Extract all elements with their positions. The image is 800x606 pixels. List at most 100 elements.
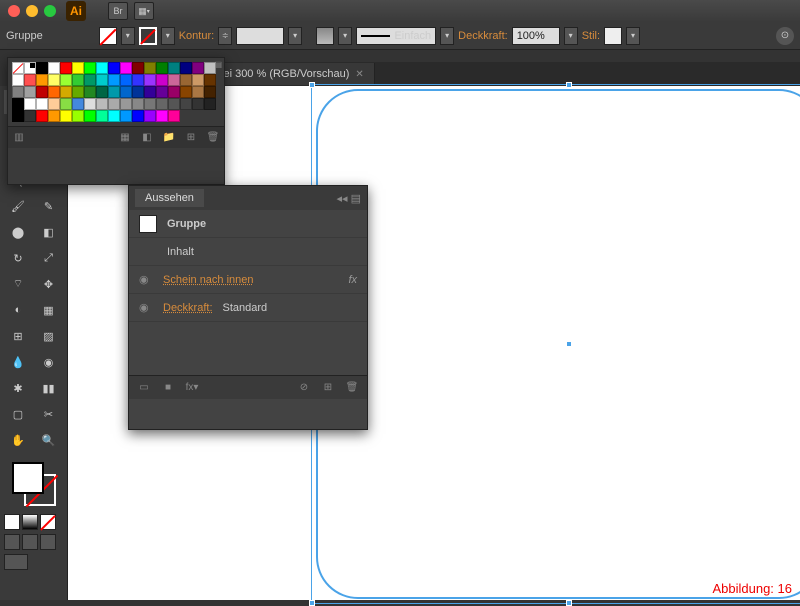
handle-sw[interactable] xyxy=(309,600,315,606)
pencil-tool[interactable]: ✎ xyxy=(35,194,63,218)
swatch-cell[interactable] xyxy=(12,62,24,74)
eyedropper-tool[interactable]: 💧 xyxy=(4,350,32,374)
handle-nw[interactable] xyxy=(309,82,315,88)
graphic-style-swatch[interactable] xyxy=(604,27,622,45)
bridge-button[interactable]: Br xyxy=(108,2,128,20)
swatch-cell[interactable] xyxy=(72,74,84,86)
swatch-cell[interactable] xyxy=(96,74,108,86)
swatch-cell[interactable] xyxy=(144,98,156,110)
swatch-cell[interactable] xyxy=(168,74,180,86)
artboard-tool[interactable]: ▢ xyxy=(4,402,32,426)
appearance-tab[interactable]: Aussehen xyxy=(135,189,204,207)
brush-definition[interactable]: Einfach xyxy=(356,27,436,45)
hand-tool[interactable]: ✋ xyxy=(4,428,32,452)
color-mode-button[interactable] xyxy=(4,514,20,530)
stroke-weight-stepper[interactable]: ≑ xyxy=(218,27,232,45)
swatch-cell[interactable] xyxy=(108,86,120,98)
swatch-cell[interactable] xyxy=(132,110,144,122)
swatch-cell[interactable] xyxy=(48,110,60,122)
variable-width-profile[interactable] xyxy=(316,27,334,45)
add-effect-icon[interactable]: fx▾ xyxy=(185,381,199,395)
none-mode-button[interactable] xyxy=(40,514,56,530)
draw-inside-button[interactable] xyxy=(40,534,56,550)
add-stroke-icon[interactable]: ▭ xyxy=(137,381,151,395)
swatch-cell[interactable] xyxy=(168,98,180,110)
close-window-icon[interactable] xyxy=(8,5,20,17)
blend-tool[interactable]: ◉ xyxy=(35,350,63,374)
show-swatch-kinds-icon[interactable]: ▦ xyxy=(118,131,132,145)
panel-collapse-icon[interactable]: ◂◂ ▤ xyxy=(337,192,362,205)
swatch-cell[interactable] xyxy=(120,110,132,122)
swatch-cell[interactable] xyxy=(24,98,36,110)
swatch-cell[interactable] xyxy=(132,62,144,74)
scale-tool[interactable]: ⤢ xyxy=(35,246,63,270)
swatch-cell[interactable] xyxy=(72,110,84,122)
stroke-weight-dropdown[interactable]: ▾ xyxy=(288,27,302,45)
zoom-tool[interactable]: 🔍 xyxy=(35,428,63,452)
panel-menu-icon[interactable]: ▤ xyxy=(214,60,222,69)
handle-n[interactable] xyxy=(566,82,572,88)
swatch-libraries-icon[interactable]: ▥ xyxy=(12,131,26,145)
fill-box[interactable] xyxy=(12,462,44,494)
swatch-cell[interactable] xyxy=(192,62,204,74)
handle-center[interactable] xyxy=(566,341,572,347)
mesh-tool[interactable]: ⊞ xyxy=(4,324,32,348)
swatch-cell[interactable] xyxy=(144,110,156,122)
swatch-cell[interactable] xyxy=(132,98,144,110)
swatch-cell[interactable] xyxy=(96,62,108,74)
swatch-cell[interactable] xyxy=(24,74,36,86)
panel-menu-button[interactable]: ⊙ xyxy=(776,27,794,45)
swatch-cell[interactable] xyxy=(96,110,108,122)
minimize-window-icon[interactable] xyxy=(26,5,38,17)
swatch-cell[interactable] xyxy=(120,98,132,110)
opacity-input[interactable] xyxy=(512,27,560,45)
draw-behind-button[interactable] xyxy=(22,534,38,550)
swatch-cell[interactable] xyxy=(84,98,96,110)
rotate-tool[interactable]: ↻ xyxy=(4,246,32,270)
swatch-cell[interactable] xyxy=(204,74,216,86)
swatch-cell[interactable] xyxy=(120,62,132,74)
swatch-cell[interactable] xyxy=(60,110,72,122)
swatch-options-icon[interactable]: ◧ xyxy=(140,131,154,145)
swatch-cell[interactable] xyxy=(144,86,156,98)
appearance-content-label[interactable]: Inhalt xyxy=(167,246,194,258)
width-tool[interactable]: ⌔ xyxy=(4,272,32,296)
duplicate-item-icon[interactable]: ⊞ xyxy=(321,381,335,395)
zoom-window-icon[interactable] xyxy=(44,5,56,17)
swatch-cell[interactable] xyxy=(48,86,60,98)
swatch-cell[interactable] xyxy=(108,62,120,74)
swatch-cell[interactable] xyxy=(180,86,192,98)
swatch-cell[interactable] xyxy=(168,86,180,98)
stroke-dropdown[interactable]: ▾ xyxy=(161,27,175,45)
blob-brush-tool[interactable]: ⬤ xyxy=(4,220,32,244)
swatch-cell[interactable] xyxy=(180,98,192,110)
swatch-cell[interactable] xyxy=(108,98,120,110)
free-transform-tool[interactable]: ✥ xyxy=(35,272,63,296)
swatch-cell[interactable] xyxy=(192,98,204,110)
swatch-cell[interactable] xyxy=(156,98,168,110)
handle-s[interactable] xyxy=(566,600,572,606)
gradient-tool[interactable]: ▨ xyxy=(35,324,63,348)
swatch-cell[interactable] xyxy=(36,98,48,110)
swatch-cell[interactable] xyxy=(120,74,132,86)
swatch-cell[interactable] xyxy=(72,98,84,110)
stroke-weight-input[interactable] xyxy=(236,27,284,45)
swatch-cell[interactable] xyxy=(48,98,60,110)
eraser-tool[interactable]: ◧ xyxy=(35,220,63,244)
swatch-cell[interactable] xyxy=(204,86,216,98)
add-fill-icon[interactable]: ■ xyxy=(161,381,175,395)
variable-width-dropdown[interactable]: ▾ xyxy=(338,27,352,45)
swatch-cell[interactable] xyxy=(24,86,36,98)
appearance-opacity-link[interactable]: Deckkraft: xyxy=(163,302,213,314)
fill-swatch[interactable] xyxy=(99,27,117,45)
appearance-effect-link[interactable]: Schein nach innen xyxy=(163,274,254,286)
swatch-cell[interactable] xyxy=(36,62,48,74)
swatch-cell[interactable] xyxy=(48,74,60,86)
draw-normal-button[interactable] xyxy=(4,534,20,550)
stroke-swatch[interactable] xyxy=(139,27,157,45)
paintbrush-tool[interactable]: 🖌 xyxy=(4,194,32,218)
swatch-cell[interactable] xyxy=(204,98,216,110)
swatch-cell[interactable] xyxy=(144,62,156,74)
symbol-sprayer-tool[interactable]: ✱ xyxy=(4,376,32,400)
swatch-cell[interactable] xyxy=(48,62,60,74)
